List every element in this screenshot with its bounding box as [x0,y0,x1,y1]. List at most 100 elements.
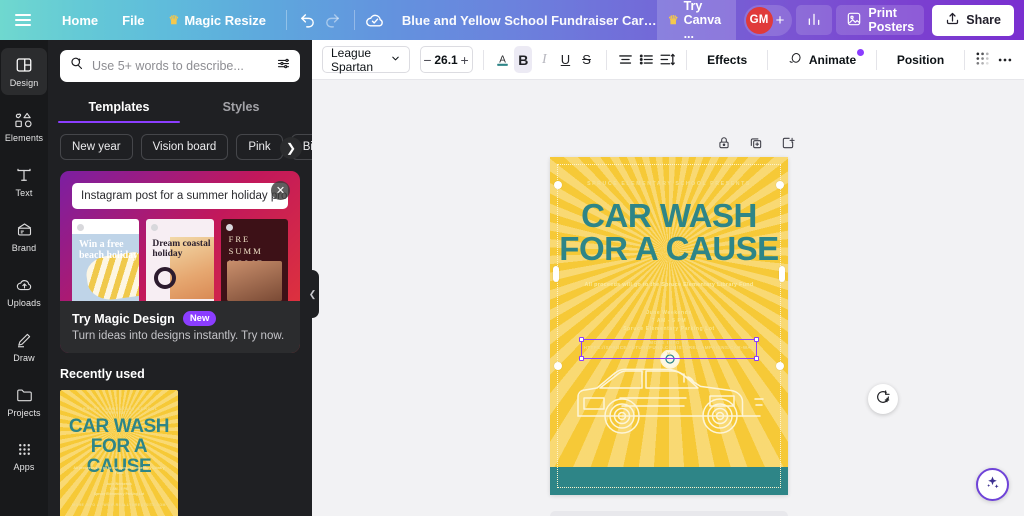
sidebar-item-projects[interactable]: Projects [1,378,47,425]
share-button[interactable]: Share [932,4,1014,36]
position-label: Position [896,52,945,67]
chip-vision-board[interactable]: Vision board [140,134,229,160]
add-comment-button[interactable] [868,384,898,414]
effects-label: Effects [707,52,748,67]
divider [605,49,607,70]
page-handle-top-right[interactable] [776,181,784,189]
thumb-sub: All proceeds will go to the Spruce Eleme… [73,466,165,476]
font-size-input[interactable]: 26.1 [434,53,457,67]
magic-design-promo[interactable]: ✕ Instagram post for a summer holiday pr… [60,171,300,353]
strikethrough-button[interactable]: S [577,46,595,73]
add-member-button[interactable]: + [776,12,785,29]
promo-card[interactable]: FRE SUMM HOLID [220,219,288,301]
divider [482,49,484,70]
page-handle-right[interactable] [779,266,785,282]
canva-editor: Home File ♛ Magic Resize Blue and Yellow… [0,0,1024,516]
position-button[interactable]: Position [887,46,954,73]
document-title[interactable]: Blue and Yellow School Fundraiser Car Wa… [402,13,657,28]
font-size-increase[interactable]: + [458,47,472,72]
sidebar-item-apps[interactable]: Apps [1,433,47,479]
font-size-stepper[interactable]: − 26.1 + [419,46,473,73]
promo-title: Try Magic Design [72,311,175,326]
text-align-icon[interactable] [616,46,634,73]
status-badge: New [182,311,217,326]
insights-icon [806,11,822,30]
text-color-a-icon[interactable]: A [493,46,511,73]
chevron-right-icon[interactable]: ❯ [280,137,302,159]
sidebar-item-uploads[interactable]: Uploads [1,268,47,315]
promo-card[interactable]: Win a free beach holiday [72,219,140,301]
hamburger-icon[interactable] [12,7,34,33]
tab-label: Templates [88,100,150,114]
sidebar-item-text[interactable]: Text [1,158,47,205]
collapse-panel-handle[interactable]: ❮ [306,270,319,318]
thumb-headline-1: CAR WASH [68,416,170,437]
duplicate-page-icon[interactable] [749,136,763,155]
font-size-decrease[interactable]: − [421,47,435,72]
left-rail: Design Elements Text Brand Uploads Draw … [0,40,48,516]
magic-resize-button[interactable]: ♛ Magic Resize [157,8,278,33]
print-posters-button[interactable]: Print Posters [836,5,925,35]
file-menu-button[interactable]: File [110,8,156,33]
chip-pink[interactable]: Pink [236,134,283,160]
design-stage: SPRUCE ELEMENTARY SCHOOL PRESENTS CAR WA… [312,81,1024,516]
font-family-select[interactable]: League Spartan [322,45,410,74]
sidebar-item-brand[interactable]: Brand [1,213,47,260]
chip-new-year[interactable]: New year [60,134,133,160]
cloud-saved-icon[interactable] [362,5,387,35]
italic-button[interactable]: I [535,46,553,73]
effects-button[interactable]: Effects [697,46,757,73]
apps-grid-icon [16,441,33,458]
sidebar-item-draw[interactable]: Draw [1,323,47,370]
underline-label: U [560,52,571,67]
projects-folder-icon [15,386,34,404]
filter-sliders-icon[interactable] [276,56,291,76]
page-handle-left[interactable] [553,266,559,282]
sidebar-item-design[interactable]: Design [1,48,47,95]
bold-button[interactable]: B [514,46,533,73]
redo-icon[interactable] [320,5,345,35]
bullet-list-icon[interactable] [637,46,655,73]
text-t-icon [15,166,33,184]
magic-search-icon [69,56,84,76]
home-button[interactable]: Home [50,8,110,33]
page-handle-bottom-left[interactable] [554,362,562,370]
avatar[interactable]: GM [745,6,773,34]
animate-button[interactable]: Animate [778,46,866,73]
promo-card[interactable]: Dream coastal holiday [146,219,214,301]
tab-templates[interactable]: Templates [58,94,180,123]
page-handle-top-left[interactable] [554,181,562,189]
tab-styles[interactable]: Styles [180,94,302,123]
transparency-icon[interactable] [975,46,993,73]
undo-icon[interactable] [295,5,320,35]
top-bar: Home File ♛ Magic Resize Blue and Yellow… [0,0,1024,47]
close-icon[interactable]: ✕ [271,181,290,200]
lock-icon[interactable] [717,136,731,155]
more-dots-icon[interactable] [996,46,1014,73]
export-page-icon[interactable] [781,136,795,155]
sidebar-item-elements[interactable]: Elements [1,103,47,150]
search-input[interactable]: Use 5+ words to describe... [92,59,268,73]
font-family-value: League Spartan [331,45,374,74]
promo-footer: Try Magic Design New Turn ideas into des… [60,301,300,353]
sidebar-item-label: Apps [13,462,35,472]
add-page-button[interactable]: + Add page [550,511,788,516]
home-label: Home [62,12,99,28]
svg-text:A: A [499,54,506,65]
list-item[interactable]: SPRUCE ELEMENTARY SCHOOL PRESENTS CAR WA… [60,390,178,516]
upload-cloud-icon [15,276,34,294]
insights-button[interactable] [796,5,833,35]
chevron-left-icon: ❮ [308,288,317,299]
promo-card-text: Dream coastal holiday [152,239,211,259]
collaborators[interactable]: GM + [743,4,793,36]
search-bar[interactable]: Use 5+ words to describe... [60,50,300,82]
page-handle-bottom-right[interactable] [776,362,784,370]
magic-studio-button[interactable] [976,468,1009,501]
thumb-more-info: MORE INFO AT WWW.REALLYGREATSITE.COM [72,503,166,507]
underline-button[interactable]: U [556,46,574,73]
line-spacing-icon[interactable] [658,46,676,73]
card-photo [226,261,282,301]
design-page[interactable]: SPRUCE ELEMENTARY SCHOOL PRESENTS CAR WA… [550,157,788,495]
promo-prompt-input[interactable]: Instagram post for a summer holiday prom… [72,183,288,209]
strikethrough-label: S [582,52,591,67]
